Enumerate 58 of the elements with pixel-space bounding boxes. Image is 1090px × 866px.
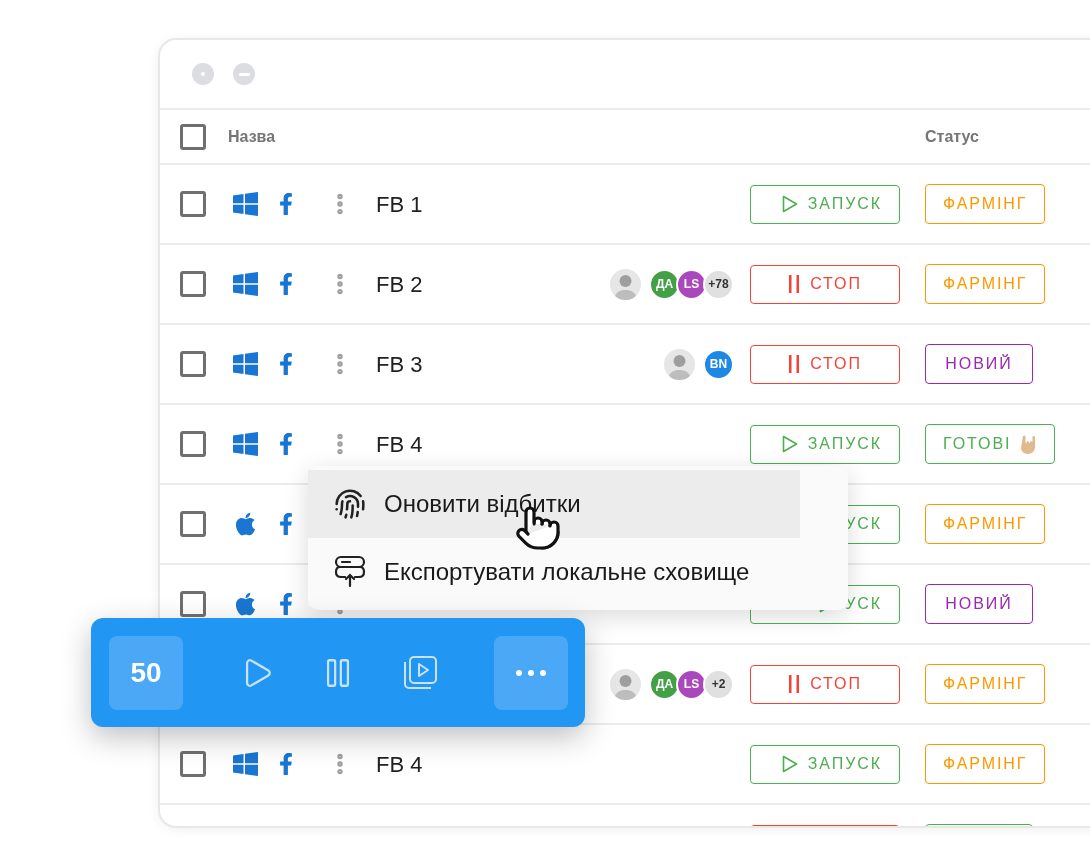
avatar: LS	[676, 268, 707, 300]
status-badge: ФАРМІНГ	[925, 664, 1046, 704]
checkbox[interactable]	[180, 591, 206, 617]
fingerprint-icon	[334, 488, 366, 520]
profile-name: FB 1	[376, 190, 423, 219]
pause-icon	[788, 275, 801, 293]
stop-button[interactable]: СТОП	[750, 344, 900, 384]
more-avatars-count: +78	[703, 268, 734, 300]
stop-button[interactable]: СТОП	[750, 264, 900, 304]
windows-logo-icon	[233, 192, 258, 216]
checkbox[interactable]	[180, 191, 206, 217]
apple-logo-icon	[233, 591, 258, 617]
profile-name: FB 2	[376, 270, 423, 299]
rock-hand-icon	[1021, 434, 1038, 454]
column-header: Назва	[228, 126, 276, 147]
play-stack-icon[interactable]	[401, 653, 439, 692]
storage-upload-icon	[334, 555, 366, 589]
windows-logo-icon	[233, 432, 258, 456]
minimize-icon[interactable]	[233, 63, 255, 85]
start-button[interactable]: ЗАПУСК	[750, 424, 900, 464]
checkbox[interactable]	[180, 511, 206, 537]
status-badge: НОВИЙ	[925, 344, 1033, 384]
avatar	[610, 268, 641, 300]
checkbox[interactable]	[180, 751, 206, 777]
avatar: ДА	[649, 268, 680, 300]
apple-logo-icon	[233, 511, 258, 537]
more-icon	[516, 669, 546, 676]
pause-icon	[788, 675, 801, 693]
start-button[interactable]: ЗАПУСК	[750, 744, 900, 784]
checkbox[interactable]	[180, 123, 206, 150]
status-badge: ФАРМІНГ	[925, 184, 1046, 224]
checkbox[interactable]	[180, 351, 206, 377]
status-badge: ФАРМІНГ	[925, 744, 1046, 784]
windows-logo-icon	[233, 352, 258, 376]
status-badge: ФАРМІНГ	[925, 504, 1046, 544]
start-button[interactable]: ЗАПУСК	[750, 184, 900, 224]
stop-button[interactable]: СТОП	[750, 664, 900, 704]
status-badge: ФАРМІНГ	[925, 264, 1046, 304]
windows-logo-icon	[233, 272, 258, 296]
profile-name: FB 4	[376, 430, 423, 459]
avatar: ДА	[649, 668, 680, 700]
avatar: BN	[703, 348, 734, 380]
more-avatars-count: +2	[703, 668, 734, 700]
avatar	[664, 348, 695, 380]
status-badge: ГОТОВІ	[925, 424, 1056, 464]
profile-name: FB 4	[376, 750, 423, 779]
avatar: LS	[676, 668, 707, 700]
pause-icon	[788, 355, 801, 373]
selected-count: 50	[109, 635, 183, 710]
windows-logo-icon	[233, 752, 258, 776]
profile-name: FB 3	[376, 350, 423, 379]
avatar	[610, 668, 641, 700]
menu-item[interactable]: Оновити відбитки	[308, 470, 800, 538]
checkbox[interactable]	[180, 271, 206, 297]
column-header: Статус	[925, 126, 980, 147]
window-control-icon[interactable]	[192, 63, 214, 85]
status-badge: НОВИЙ	[925, 584, 1033, 624]
checkbox[interactable]	[180, 431, 206, 457]
